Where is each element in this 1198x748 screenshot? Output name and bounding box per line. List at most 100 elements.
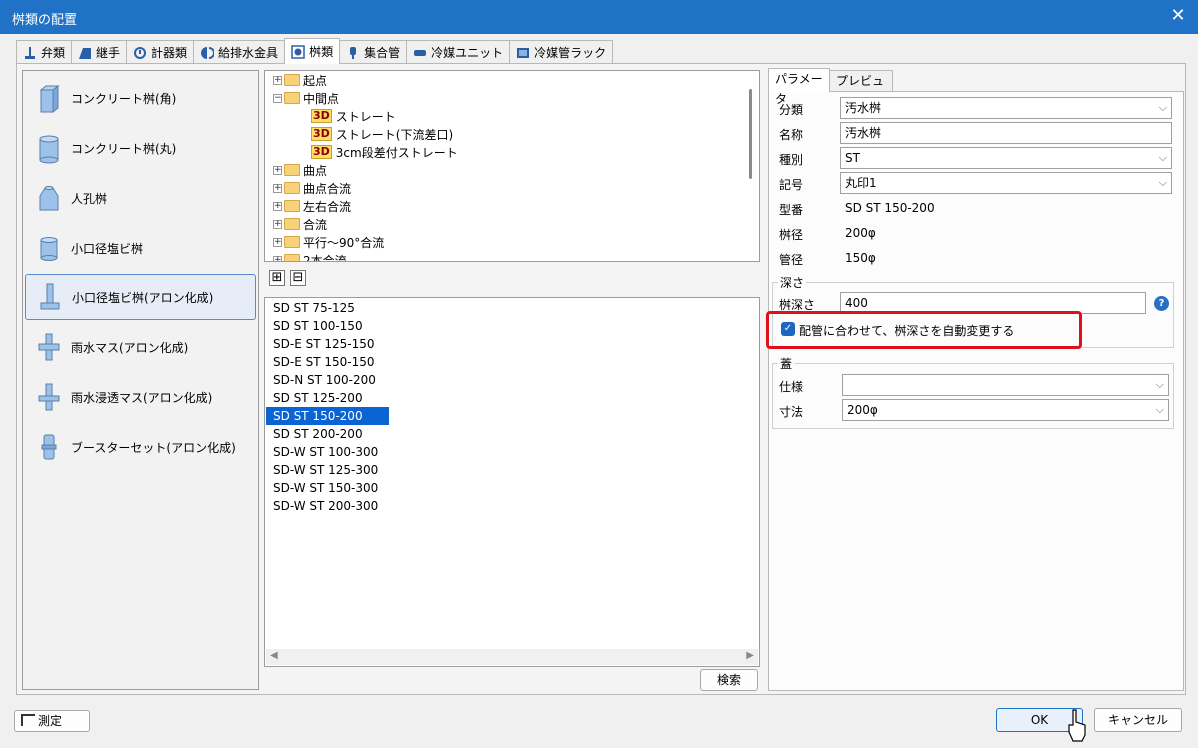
list-item[interactable]: SD-W ST 100-300	[266, 443, 389, 461]
tree-node[interactable]: 3D ストレート	[311, 107, 396, 125]
tree-node[interactable]: 3D 3cm段差付ストレート	[311, 143, 458, 161]
manifold-icon	[346, 46, 360, 60]
tab-manifold[interactable]: 集合管	[339, 40, 408, 64]
size-select[interactable]: 200φ ⌵	[842, 399, 1169, 421]
folder-icon	[284, 200, 300, 212]
tab-basins[interactable]: 桝類	[284, 38, 341, 64]
expand-icon[interactable]: +	[273, 255, 282, 261]
kankei-label: 管径	[779, 253, 804, 267]
scroll-right-icon[interactable]: ▶	[746, 650, 754, 661]
expand-icon[interactable]: +	[273, 219, 282, 229]
cover-group-label: 蓋	[778, 355, 795, 372]
folder-icon	[284, 164, 300, 176]
cancel-button[interactable]: キャンセル	[1094, 708, 1182, 732]
bunrui-select[interactable]: 汚水桝 ⌵	[840, 97, 1172, 119]
rainwater-basin-icon	[38, 333, 60, 361]
list-item[interactable]: SD ST 100-150	[266, 317, 389, 335]
meisho-input[interactable]: 汚水桝	[840, 122, 1172, 144]
kigo-select[interactable]: 丸印1 ⌵	[840, 172, 1172, 194]
kataban-value: SD ST 150-200	[845, 201, 935, 215]
expand-icon[interactable]: +	[273, 75, 282, 85]
search-button[interactable]: 検索	[700, 669, 758, 691]
list-item[interactable]: SD-E ST 125-150	[266, 335, 389, 353]
list-item[interactable]: 雨水浸透マス(アロン化成)	[25, 374, 256, 420]
scroll-thumb[interactable]	[749, 89, 752, 179]
booster-set-icon	[38, 433, 58, 461]
tree-node[interactable]: + 曲点合流	[273, 179, 351, 197]
tree-node[interactable]: + 平行～90°合流	[273, 233, 384, 251]
list-item[interactable]: SD-W ST 150-300	[266, 479, 389, 497]
scroll-left-icon[interactable]: ◀	[270, 650, 278, 661]
expand-icon[interactable]: +	[273, 237, 282, 247]
chevron-down-icon: ⌵	[1155, 403, 1164, 416]
basin-type-list: コンクリート桝(角) コンクリート桝(丸) 人孔桝 小口径塩ビ桝 小口径塩ビ桝(…	[22, 70, 259, 690]
tab-refrigerant-unit[interactable]: 冷媒ユニット	[406, 40, 511, 64]
list-item[interactable]: SD-W ST 125-300	[266, 461, 389, 479]
shubetsu-label: 種別	[779, 153, 804, 167]
3d-icon: 3D	[311, 145, 332, 159]
list-item[interactable]: 小口径塩ビ桝	[25, 225, 256, 271]
tree-node[interactable]: − 中間点	[273, 89, 339, 107]
list-item[interactable]: SD ST 200-200	[266, 425, 389, 443]
tree-node[interactable]: + 起点	[273, 71, 327, 89]
tree-scrollbar[interactable]	[742, 71, 759, 261]
folder-open-icon	[284, 92, 300, 104]
fixture-icon	[200, 46, 215, 60]
help-icon[interactable]: ?	[1154, 296, 1169, 311]
ruler-icon	[21, 714, 35, 726]
pvc-basin-aron-icon	[39, 283, 60, 311]
tree-node[interactable]: + 曲点	[273, 161, 327, 179]
square-basin-icon	[38, 84, 60, 114]
list-item[interactable]: SD-W ST 200-300	[266, 497, 389, 515]
depth-group-label: 深さ	[778, 274, 807, 291]
list-item[interactable]: SD ST 75-125	[266, 299, 389, 317]
collapse-icon[interactable]: −	[273, 93, 282, 103]
chevron-down-icon: ⌵	[1158, 101, 1167, 114]
tree-node[interactable]: + 左右合流	[273, 197, 351, 215]
expand-icon[interactable]: +	[273, 165, 282, 175]
list-item[interactable]: SD ST 125-200	[266, 389, 389, 407]
folder-icon	[284, 254, 300, 261]
list-item[interactable]: コンクリート桝(角)	[25, 75, 256, 121]
list-item-selected[interactable]: SD ST 150-200	[266, 407, 389, 425]
rack-icon	[516, 46, 530, 60]
tree-node[interactable]: +2本合流	[273, 251, 347, 261]
list-item[interactable]: SD-E ST 150-150	[266, 353, 389, 371]
tab-fixtures[interactable]: 給排水金具	[193, 40, 286, 64]
tab-valves[interactable]: 弁類	[16, 40, 73, 64]
list-item[interactable]: 小口径塩ビ桝(アロン化成)	[25, 274, 256, 320]
expand-icon[interactable]: +	[273, 183, 282, 193]
close-icon[interactable]: ✕	[1168, 6, 1188, 26]
folder-icon	[284, 236, 300, 248]
measure-button[interactable]: 測定	[14, 710, 90, 732]
tab-parameters[interactable]: パラメータ	[768, 68, 830, 106]
infiltration-basin-icon	[38, 383, 60, 411]
3d-icon: 3D	[311, 109, 332, 123]
tab-fittings[interactable]: 継手	[71, 40, 128, 64]
list-item[interactable]: コンクリート桝(丸)	[25, 125, 256, 171]
code-list-hscrollbar[interactable]: ◀ ▶	[266, 649, 758, 665]
valve-icon	[23, 46, 37, 60]
list-item[interactable]: ブースターセット(アロン化成)	[25, 424, 256, 470]
manhole-icon	[38, 184, 59, 212]
masukei-value: 200φ	[845, 226, 876, 240]
collapse-all-button[interactable]: ⊟	[290, 270, 306, 286]
round-basin-icon	[38, 134, 59, 164]
list-item[interactable]: SD-N ST 100-200	[266, 371, 389, 389]
tree-node[interactable]: 3D ストレート(下流差口)	[311, 125, 453, 143]
list-item[interactable]: 人孔桝	[25, 175, 256, 221]
spec-select[interactable]: ⌵	[842, 374, 1169, 396]
3d-icon: 3D	[311, 127, 332, 141]
spec-label: 仕様	[779, 380, 804, 394]
tab-preview[interactable]: プレビュー	[829, 70, 893, 108]
list-item[interactable]: 雨水マス(アロン化成)	[25, 324, 256, 370]
chevron-down-icon: ⌵	[1158, 151, 1167, 164]
tree-node[interactable]: + 合流	[273, 215, 327, 233]
tab-meters[interactable]: 計器類	[126, 40, 195, 64]
tab-refrigerant-rack[interactable]: 冷媒管ラック	[509, 40, 614, 64]
shubetsu-select[interactable]: ST ⌵	[840, 147, 1172, 169]
expand-icon[interactable]: +	[273, 201, 282, 211]
title-bar: 桝類の配置 ✕	[0, 0, 1198, 34]
expand-all-button[interactable]: ⊞	[269, 270, 285, 286]
kataban-label: 型番	[779, 203, 804, 217]
